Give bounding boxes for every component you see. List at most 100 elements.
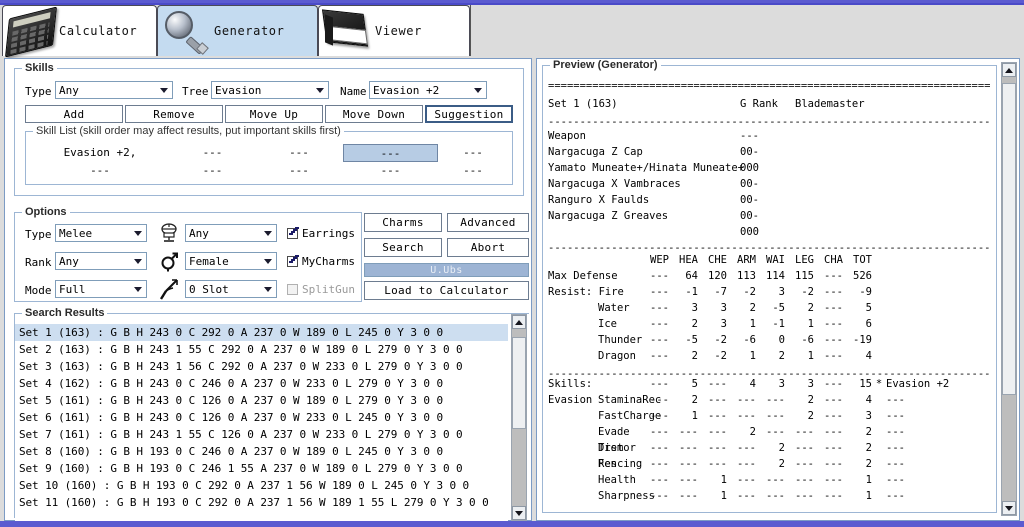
skill-star-icon <box>872 424 886 440</box>
stat-cell: 114 <box>766 270 785 282</box>
move-up-button[interactable]: Move Up <box>225 105 323 123</box>
list-item[interactable]: Set 3 (163) : G B H 243 1 56 C 292 0 A 2… <box>15 358 508 375</box>
chevron-down-icon[interactable] <box>258 281 276 297</box>
list-item[interactable]: Set 4 (162) : G B H 243 0 C 246 0 A 237 … <box>15 375 508 392</box>
skill-cell[interactable]: --- <box>255 162 343 180</box>
chevron-down-icon[interactable] <box>128 253 146 269</box>
skill-stat-total: 2 <box>865 442 872 454</box>
skill-cell[interactable]: --- <box>343 162 438 180</box>
chevron-down-icon[interactable] <box>310 82 328 98</box>
skill-cell[interactable]: --- <box>255 144 343 162</box>
scrollbar-thumb[interactable] <box>512 337 526 429</box>
skill-stat-row: StaminaRec --- 2 --- --- --- 2 --- 4 --- <box>548 392 949 408</box>
search-results-scrollbar[interactable] <box>511 314 527 521</box>
skill-tree-select[interactable]: Evasion <box>211 81 329 99</box>
scroll-up-arrow-icon[interactable] <box>1002 63 1016 77</box>
skill-cell[interactable]: --- <box>170 162 255 180</box>
skill-cell-selected[interactable]: --- <box>343 144 438 162</box>
list-item[interactable]: Set 11 (160) : G B H 193 0 C 292 0 A 237… <box>15 494 508 511</box>
slot-select[interactable]: 0 Slot <box>185 280 277 298</box>
armor-helmet-icon <box>158 223 180 245</box>
skill-cell[interactable]: --- <box>170 144 255 162</box>
search-results-list[interactable]: Set 1 (163) : G B H 243 0 C 292 0 A 237 … <box>15 324 508 522</box>
list-item[interactable]: Set 10 (160) : G B H 193 0 C 292 0 A 237… <box>15 477 508 494</box>
charms-button[interactable]: Charms <box>364 213 442 232</box>
scrollbar-thumb[interactable] <box>1002 83 1016 395</box>
mycharms-checkbox[interactable]: MyCharms <box>287 255 355 268</box>
skill-stat-cell: --- <box>737 442 756 454</box>
preview-scrollbar[interactable] <box>1001 62 1017 516</box>
scroll-up-arrow-icon[interactable] <box>512 315 526 329</box>
tab-viewer[interactable]: Viewer <box>318 5 470 56</box>
move-down-button[interactable]: Move Down <box>325 105 423 123</box>
tab-calculator[interactable]: Calculator <box>2 5 157 58</box>
skill-stat-cell: 1 <box>720 474 727 486</box>
stat-cell: 3 <box>691 302 698 314</box>
chevron-down-icon[interactable] <box>128 281 146 297</box>
search-results-label: Search Results <box>22 307 108 319</box>
skill-stat-cell: --- <box>824 394 843 406</box>
options-mode-select[interactable]: Full <box>55 280 147 298</box>
list-item[interactable]: Set 9 (160) : G B H 193 0 C 246 1 55 A 2… <box>15 460 508 477</box>
scroll-down-arrow-icon[interactable] <box>512 506 526 520</box>
options-rank-select[interactable]: Any <box>55 252 147 270</box>
preview-divider-top: ========================================… <box>548 80 990 92</box>
armor-type-select[interactable]: Any <box>185 224 277 242</box>
tab-generator[interactable]: Generator <box>157 5 318 56</box>
list-item[interactable]: Set 6 (161) : G B H 243 0 C 126 0 A 237 … <box>15 409 508 426</box>
stat-row-label: Resist: Fire <box>548 286 624 298</box>
skill-list-row[interactable]: Evasion +2, --- --- --- --- <box>30 144 508 162</box>
scroll-down-arrow-icon[interactable] <box>1002 501 1016 515</box>
stat-cell: --- <box>824 350 843 362</box>
skill-name: --- <box>886 442 905 454</box>
search-button[interactable]: Search <box>364 238 442 257</box>
load-to-calculator-button[interactable]: Load to Calculator <box>364 281 529 300</box>
chevron-down-icon[interactable] <box>258 225 276 241</box>
skill-stat-cell: --- <box>708 394 727 406</box>
stat-row-label: Max Defense <box>548 270 618 282</box>
skill-cell[interactable]: --- <box>438 144 508 162</box>
stat-cell: -6 <box>743 334 756 346</box>
options-type-select[interactable]: Melee <box>55 224 147 242</box>
stat-cell: -1 <box>772 318 785 330</box>
skill-list-row[interactable]: --- --- --- --- --- <box>30 162 508 180</box>
gender-value: Female <box>189 254 229 268</box>
earrings-checkbox[interactable]: Earrings <box>287 227 355 240</box>
skill-stat-cell: --- <box>708 426 727 438</box>
chevron-down-icon[interactable] <box>128 225 146 241</box>
remove-button[interactable]: Remove <box>125 105 223 123</box>
skill-cell[interactable]: --- <box>438 162 508 180</box>
skill-stat-total: 1 <box>865 474 872 486</box>
add-button[interactable]: Add <box>25 105 123 123</box>
skill-name-select[interactable]: Evasion +2 <box>369 81 487 99</box>
list-item[interactable]: Set 7 (161) : G B H 243 1 55 C 126 0 A 2… <box>15 426 508 443</box>
options-type-value: Melee <box>59 226 93 240</box>
stat-header-row: WEP HEA CHE ARM WAI LEG CHA TOT <box>548 252 872 268</box>
list-item[interactable]: Set 5 (161) : G B H 243 0 C 126 0 A 237 … <box>15 392 508 409</box>
list-item[interactable]: Set 2 (163) : G B H 243 1 55 C 292 0 A 2… <box>15 341 508 358</box>
suggestion-button[interactable]: Suggestion <box>425 105 513 123</box>
skill-stat-cell: 4 <box>749 378 756 390</box>
advanced-button[interactable]: Advanced <box>447 213 529 232</box>
stat-row: Max Defense --- 64 120 113 114 115 --- 5… <box>548 268 872 284</box>
gender-select[interactable]: Female <box>185 252 277 270</box>
chevron-down-icon[interactable] <box>154 82 172 98</box>
list-item[interactable]: Set 8 (160) : G B H 193 0 C 246 0 A 237 … <box>15 443 508 460</box>
list-item[interactable]: Set 1 (163) : G B H 243 0 C 292 0 A 237 … <box>15 324 508 341</box>
skill-cell[interactable]: --- <box>30 162 170 180</box>
skill-star-icon <box>872 440 886 456</box>
stat-cell: 120 <box>708 270 727 282</box>
skill-type-select[interactable]: Any <box>55 81 173 99</box>
chevron-down-icon[interactable] <box>258 253 276 269</box>
skill-cell[interactable]: Evasion +2, <box>30 144 170 162</box>
book-icon <box>319 7 375 55</box>
abort-button[interactable]: Abort <box>447 238 529 257</box>
equipment-slots: 00- <box>740 194 759 206</box>
skill-stat-label: Health <box>598 474 636 486</box>
skill-list-group: Skill List (skill order may affect resul… <box>25 125 513 185</box>
chevron-down-icon[interactable] <box>468 82 486 98</box>
skill-name: --- <box>886 490 905 502</box>
skill-stat-cell: --- <box>737 474 756 486</box>
tab-bar-filler <box>470 5 1024 56</box>
skill-stat-cell: --- <box>766 490 785 502</box>
